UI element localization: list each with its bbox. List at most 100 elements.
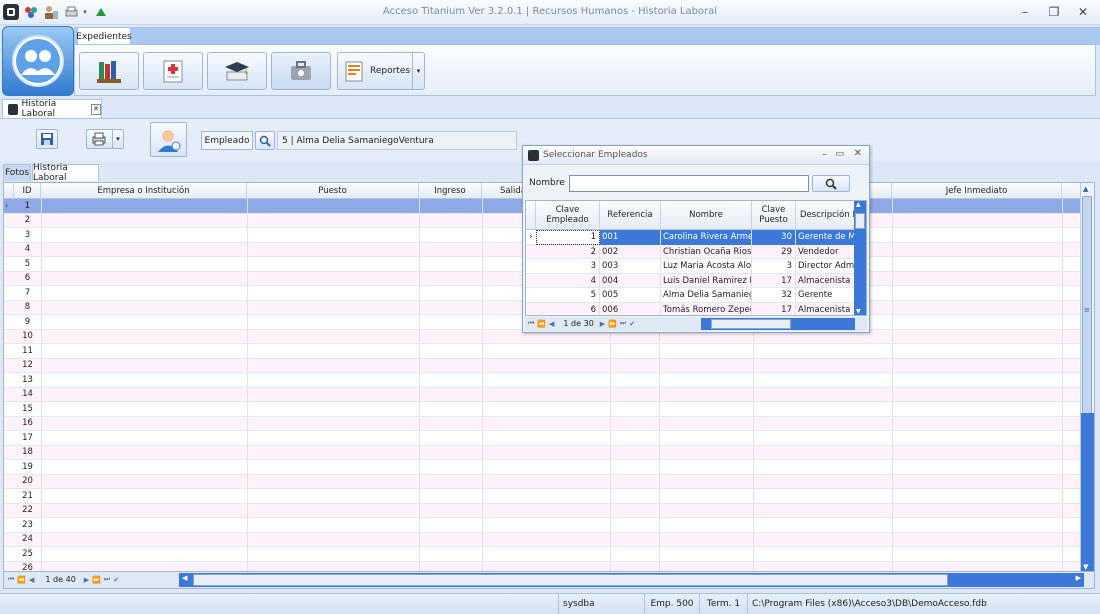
document-tab-historia-laboral[interactable]: Historia Laboral ✕ — [2, 99, 102, 119]
table-row[interactable]: 26 — [4, 561, 1080, 571]
dialog-scroll-down-icon[interactable]: ▼ — [856, 308, 861, 315]
column-header-filler — [1062, 183, 1080, 199]
app-button[interactable] — [2, 26, 74, 96]
scroll-down-icon[interactable]: ▼ — [1083, 563, 1088, 571]
scroll-left-icon[interactable]: ◀ — [182, 574, 187, 582]
scroll-up-icon[interactable]: ▲ — [1083, 185, 1088, 193]
dialog-scroll-thumb[interactable] — [855, 213, 865, 229]
dialog-minimize-button[interactable]: – — [822, 149, 827, 160]
medical-record-button[interactable] — [143, 52, 203, 90]
table-row[interactable]: 20 — [4, 474, 1080, 489]
employee-row[interactable]: 1001Carolina Rivera Armenta30Gerente de … — [526, 230, 856, 245]
column-header-descripcion[interactable]: Descripción P — [796, 201, 856, 230]
table-row[interactable]: 24 — [4, 532, 1080, 547]
table-row[interactable]: 22 — [4, 503, 1080, 518]
column-header-clave-puesto[interactable]: Clave Puesto — [752, 201, 796, 230]
close-button[interactable]: ✕ — [1070, 3, 1096, 21]
prev-page-group-icon[interactable]: ⏪ — [17, 576, 26, 584]
descripcion-cell: Almacenista — [796, 273, 856, 288]
dialog-footer: ⏮ ⏪ ◀ 1 de 30 ▶ ⏩ ⏭ ✔ — [525, 317, 867, 331]
column-header-ingreso[interactable]: Ingreso — [419, 183, 482, 199]
dialog-title-bar[interactable]: Seleccionar Empleados – ▭ ✕ — [523, 146, 869, 165]
table-row[interactable]: 21 — [4, 489, 1080, 504]
education-button[interactable] — [207, 52, 267, 90]
confirm-icon[interactable]: ✔ — [113, 576, 119, 584]
dialog-search-button[interactable] — [812, 175, 850, 192]
employee-row[interactable]: 4004Luis Daniel Ramirez Lopez17Almacenis… — [526, 273, 856, 288]
dialog-vertical-scrollbar[interactable]: ▲ ▼ — [854, 201, 866, 315]
scroll-right-icon[interactable]: ▶ — [1076, 574, 1081, 582]
dialog-prev-group-icon[interactable]: ⏪ — [537, 320, 546, 328]
reportes-button[interactable]: Reportes ▾ — [337, 52, 425, 90]
tab-expedientes[interactable]: Expedientes — [76, 27, 132, 45]
dialog-hscroll-thumb[interactable] — [711, 319, 791, 329]
table-row[interactable]: 12 — [4, 358, 1080, 373]
table-row[interactable]: 25 — [4, 547, 1080, 562]
hscroll-thumb[interactable] — [193, 574, 948, 586]
row-id-cell: 1 — [24, 200, 31, 211]
employee-row[interactable]: 2 002 Christian Ocaña Rios 29 Vendedor — [526, 244, 856, 259]
print-dropdown-icon[interactable]: ▾ — [112, 130, 123, 148]
search-employee-button[interactable] — [255, 131, 275, 150]
clave-puesto-cell: 17 — [752, 273, 796, 288]
row-id-cell: 22 — [22, 505, 33, 516]
table-row[interactable]: 16 — [4, 416, 1080, 431]
document-tab-label: Historia Laboral — [21, 99, 57, 119]
horizontal-scrollbar[interactable]: ◀ ▶ — [179, 573, 1084, 587]
first-page-icon[interactable]: ⏮ — [8, 575, 14, 584]
dialog-confirm-icon[interactable]: ✔ — [629, 320, 635, 328]
prev-page-icon[interactable]: ◀ — [29, 576, 34, 584]
close-tab-icon[interactable]: ✕ — [91, 103, 101, 115]
dialog-maximize-button[interactable]: ▭ — [835, 149, 844, 159]
column-header-puesto[interactable]: Puesto — [247, 183, 419, 199]
save-button[interactable] — [36, 129, 58, 149]
column-header-empresa[interactable]: Empresa o Institución — [41, 183, 247, 199]
employee-row[interactable]: 3003Luz Maria Acosta Alonso3Director Adm… — [526, 259, 856, 274]
dialog-first-page-icon[interactable]: ⏮ — [528, 319, 534, 328]
column-header-jefe-inmediato[interactable]: Jefe Inmediato — [892, 183, 1062, 199]
employee-row[interactable]: 6 006 Tomás Romero Zepeda 17 Almacenista — [526, 302, 856, 315]
table-row[interactable]: 13 — [4, 373, 1080, 388]
print-button[interactable]: ▾ — [86, 129, 124, 149]
employee-row[interactable]: 5005Alma Delia Samaniego Ventura32Gerent… — [526, 288, 856, 303]
table-row[interactable]: 14 — [4, 387, 1080, 402]
dialog-close-button[interactable]: ✕ — [854, 148, 862, 159]
dialog-prev-page-icon[interactable]: ◀ — [549, 320, 554, 328]
column-header-referencia[interactable]: Referencia — [600, 201, 661, 230]
minimize-button[interactable]: – — [1012, 3, 1038, 21]
reportes-dropdown-icon[interactable]: ▾ — [412, 53, 424, 89]
books-button[interactable] — [79, 52, 139, 90]
nombre-search-input[interactable] — [569, 175, 809, 192]
table-row[interactable]: 19 — [4, 460, 1080, 475]
tab-historia-laboral[interactable]: Historia Laboral — [32, 163, 99, 183]
vertical-scrollbar[interactable]: ▲ ≡ ▼ — [1080, 183, 1094, 571]
documents-button[interactable] — [271, 52, 331, 90]
table-row[interactable]: 11 — [4, 344, 1080, 359]
briefcase-icon — [291, 61, 311, 80]
column-header-clave-empleado[interactable]: Clave Empleado — [536, 201, 600, 230]
column-header-id[interactable]: ID — [14, 183, 41, 199]
table-row[interactable]: 17 — [4, 431, 1080, 446]
dialog-scroll-up-icon[interactable]: ▲ — [856, 201, 861, 208]
report-icon — [345, 61, 363, 82]
dialog-next-group-icon[interactable]: ⏩ — [608, 320, 617, 328]
next-page-group-icon[interactable]: ⏩ — [92, 576, 101, 584]
employee-button[interactable] — [150, 122, 187, 157]
dialog-next-page-icon[interactable]: ▶ — [600, 320, 605, 328]
table-row[interactable]: 23 — [4, 518, 1080, 533]
clave-puesto-cell: 17 — [752, 302, 796, 315]
column-header-nombre[interactable]: Nombre — [661, 201, 752, 230]
grid-pager-text: 1 de 40 — [45, 575, 76, 584]
descripcion-cell: Gerente — [796, 288, 856, 303]
current-row-indicator-icon: › — [5, 201, 9, 210]
clave-puesto-cell: 30 — [752, 230, 796, 245]
next-page-icon[interactable]: ▶ — [84, 576, 89, 584]
dialog-last-page-icon[interactable]: ⏭ — [620, 319, 626, 328]
scroll-track-highlight[interactable] — [1081, 413, 1094, 571]
maximize-button[interactable]: ❐ — [1041, 3, 1067, 21]
table-row[interactable]: 15 — [4, 402, 1080, 417]
tab-fotos[interactable]: Fotos — [3, 164, 31, 181]
last-page-icon[interactable]: ⏭ — [104, 575, 110, 584]
dialog-horizontal-scrollbar[interactable] — [701, 318, 855, 330]
table-row[interactable]: 18 — [4, 445, 1080, 460]
